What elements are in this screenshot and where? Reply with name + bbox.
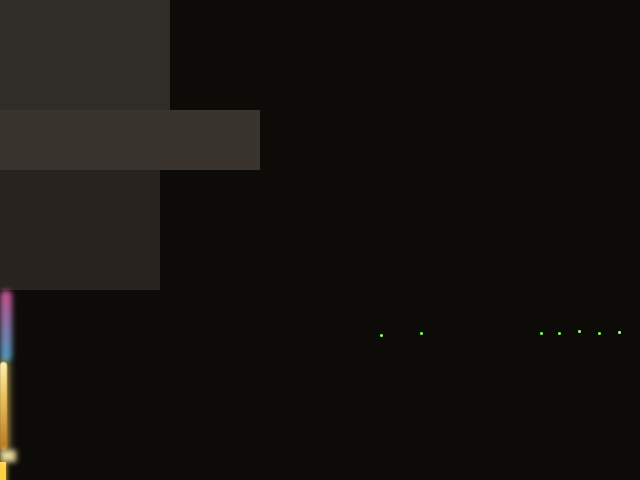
wallpaper [0,0,640,480]
distant-ride-lights [0,290,12,362]
drop-tower [0,362,7,450]
shore-lamp-dots [540,332,543,335]
carnival-light-trail [0,462,6,480]
desktop-screen: 我的文档 我的电脑 网上邻居 回收站 e Internet 桌酷主题Desk.Z… [0,0,640,480]
night-sky [0,0,640,350]
